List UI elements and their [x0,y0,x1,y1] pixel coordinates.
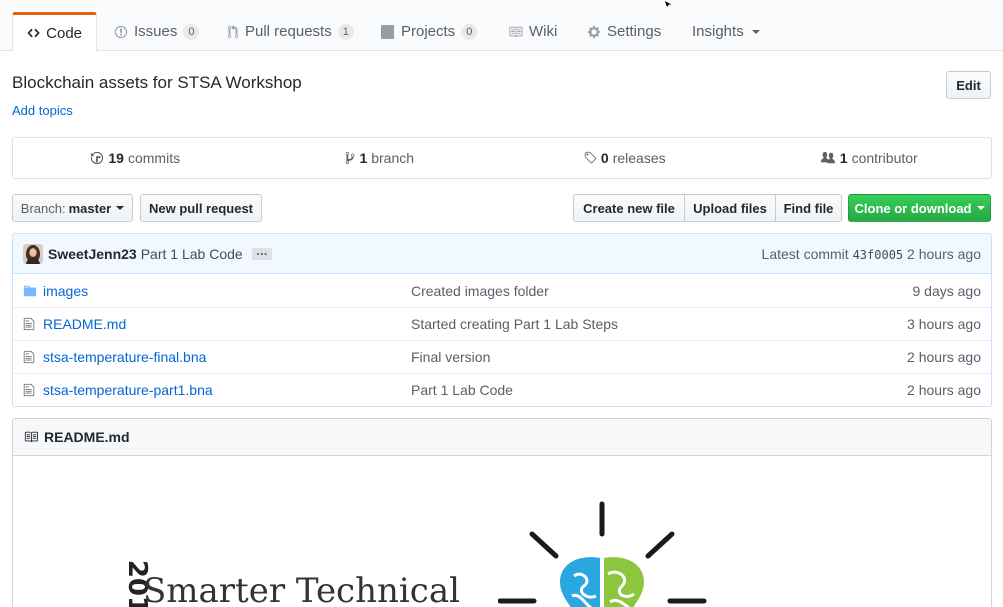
latest-commit-bar: SweetJenn23 Part 1 Lab Code … Latest com… [12,233,992,274]
caret-down-icon [751,29,760,34]
numbers-summary: 19 commits 1 branch 0 releases 1 contrib… [12,137,992,179]
contributors-summary[interactable]: 1 contributor [747,138,992,178]
new-pull-request-button[interactable]: New pull request [140,194,262,222]
table-row: README.md Started creating Part 1 Lab St… [13,307,991,340]
file-commit-message[interactable]: Started creating Part 1 Lab Steps [411,316,871,332]
folder-icon [23,285,37,296]
readme-title: README.md [44,429,130,445]
clone-or-download-button[interactable]: Clone or download [848,194,991,222]
find-file-button[interactable]: Find file [775,194,842,222]
contributors-label: contributor [851,150,918,166]
tab-code[interactable]: Code [12,12,97,52]
file-icon [23,383,35,397]
caret-down-icon [976,206,985,210]
table-row: images Created images folder 9 days ago [13,274,991,307]
people-icon [820,151,835,164]
branch-name: master [68,200,112,216]
repo-tabnav: Code Issues 0 Pull requests 1 Projects 0… [0,0,1003,52]
file-name-link[interactable]: README.md [43,316,411,332]
git-branch-icon [346,151,355,165]
tab-label: Issues [134,23,178,40]
file-name-link[interactable]: stsa-temperature-final.bna [43,349,411,365]
commit-meta: Latest commit 43f0005 2 hours ago [762,246,981,262]
file-commit-message[interactable]: Created images folder [411,283,871,299]
file-age: 3 hours ago [907,316,981,332]
releases-label: releases [612,150,666,166]
projects-counter: 0 [461,23,478,40]
tab-label: Projects [401,23,456,40]
file-actions-group: Create new file Upload files Find file [573,194,842,222]
book-icon [509,26,523,37]
logo-text: Smarter Technical [143,571,460,607]
add-topics-link[interactable]: Add topics [12,103,73,118]
file-age: 9 days ago [912,282,982,299]
tab-label: Pull requests [245,23,332,40]
commits-summary[interactable]: 19 commits [13,138,258,178]
commit-author-link[interactable]: SweetJenn23 [48,246,137,262]
readme-body: 2017 Smarter Technical [13,456,991,607]
tab-wiki[interactable]: Wiki [494,12,571,51]
commit-age: 2 hours ago [907,245,981,262]
gear-icon [587,25,601,38]
commit-sha-link[interactable]: 43f0005 [853,248,904,262]
issues-counter: 0 [183,23,200,40]
tab-label: Settings [607,23,662,40]
readme-header: README.md [13,419,991,456]
upload-files-button[interactable]: Upload files [684,194,776,222]
branch-select-button[interactable]: Branch: master [12,194,133,222]
avatar[interactable] [23,243,43,264]
branch-label: branch [371,150,415,166]
file-commit-message[interactable]: Final version [411,349,871,365]
table-row: stsa-temperature-final.bna Final version… [13,340,991,373]
book-icon [24,431,38,443]
branches-summary[interactable]: 1 branch [258,138,503,178]
releases-count: 0 [600,150,609,166]
clone-label: Clone or download [854,200,972,216]
issue-opened-icon [114,25,128,38]
files-table: images Created images folder 9 days ago … [12,274,992,407]
tab-label: Code [46,24,82,42]
tag-icon [584,151,597,164]
contributors-count: 1 [839,150,848,166]
file-icon [23,350,35,364]
expand-commit-button[interactable]: … [251,245,272,260]
tab-issues[interactable]: Issues 0 [100,12,213,51]
releases-summary[interactable]: 0 releases [502,138,747,178]
caret-down-icon [116,206,125,210]
readme-panel: README.md 2017 Smarter Technical [12,418,992,607]
tab-settings[interactable]: Settings [573,12,675,51]
file-age: 2 hours ago [907,382,981,398]
mouse-cursor-icon [664,0,674,8]
brain-logo-icon [498,501,707,607]
commits-label: commits [127,150,181,166]
table-row: stsa-temperature-part1.bna Part 1 Lab Co… [13,373,991,406]
tab-projects[interactable]: Projects 0 [366,12,491,51]
tab-label: Insights [692,23,744,40]
tab-pull-requests[interactable]: Pull requests 1 [213,12,368,51]
commits-count: 19 [108,150,124,166]
tab-insights[interactable]: Insights [678,12,774,51]
repo-description: Blockchain assets for STSA Workshop [12,73,302,92]
edit-description-button[interactable]: Edit [946,71,991,99]
commit-message[interactable]: Part 1 Lab Code [141,246,243,262]
tab-label: Wiki [529,23,558,40]
code-icon [27,28,40,38]
branch-prefix: Branch: [20,200,66,216]
file-text-icon [23,317,35,331]
file-name-link[interactable]: images [43,283,411,299]
file-commit-message[interactable]: Part 1 Lab Code [411,382,871,398]
file-name-link[interactable]: stsa-temperature-part1.bna [43,382,411,398]
pull-requests-counter: 1 [337,23,354,40]
file-age: 2 hours ago [907,349,981,365]
branch-count: 1 [359,150,368,166]
latest-commit-label: Latest commit [761,245,849,262]
history-icon [91,151,104,165]
project-icon [380,24,395,39]
git-pull-request-icon [227,24,239,38]
create-new-file-button[interactable]: Create new file [573,194,685,222]
